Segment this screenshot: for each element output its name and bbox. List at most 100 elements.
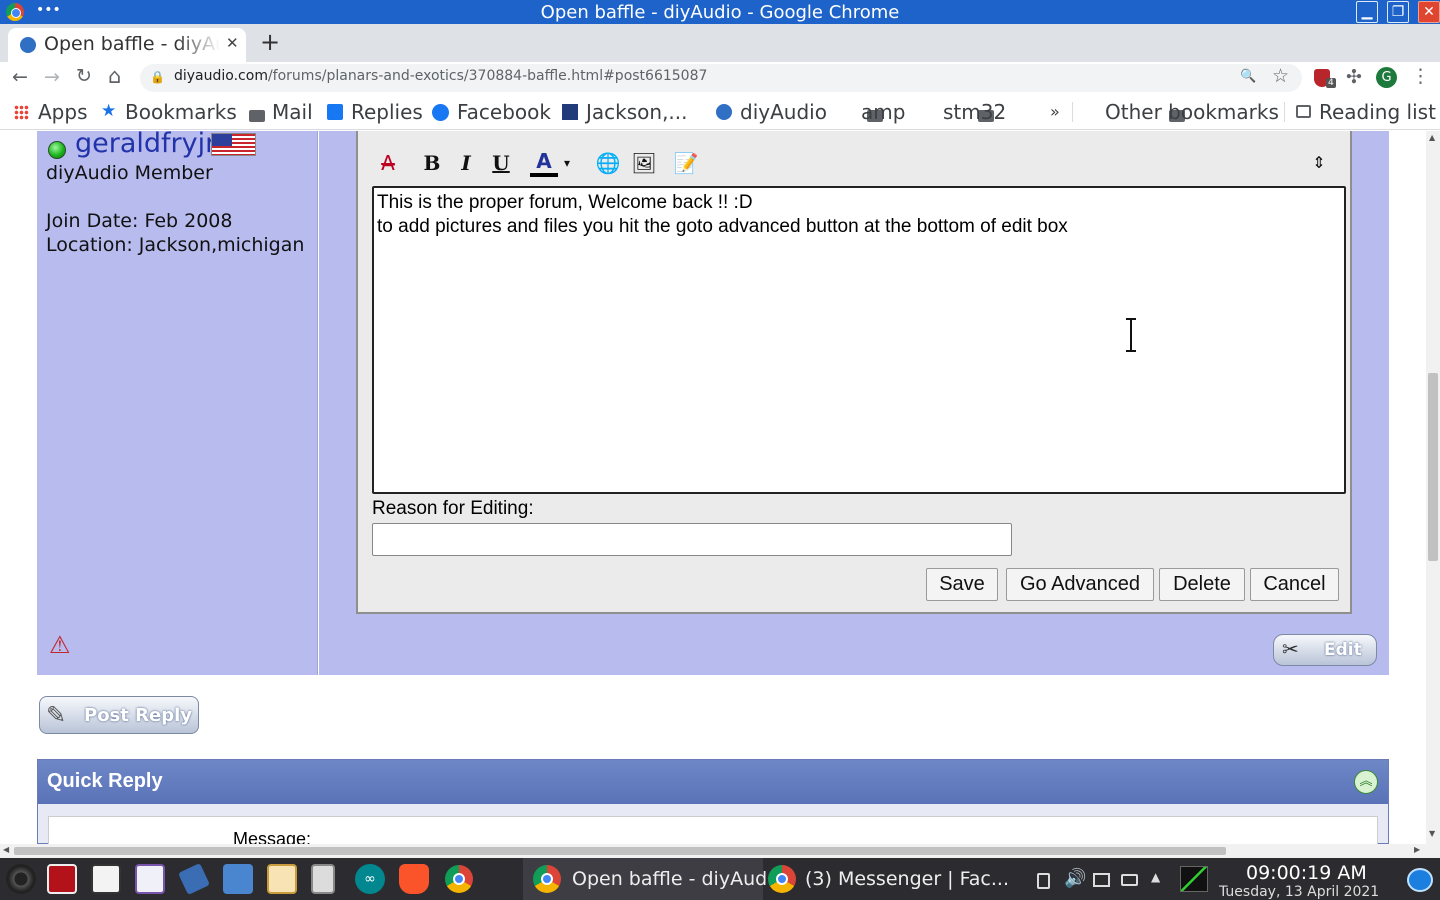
close-window-button[interactable]: ✕ xyxy=(1418,1,1440,23)
vertical-scroll-thumb[interactable] xyxy=(1428,373,1438,561)
system-monitor-icon[interactable] xyxy=(1180,866,1208,892)
underline-button[interactable]: U xyxy=(487,149,515,177)
app-launcher-red-icon[interactable] xyxy=(47,864,77,894)
minimize-button[interactable]: ▁ xyxy=(1356,1,1378,23)
chrome-launcher-icon[interactable] xyxy=(445,865,473,893)
bookmark-replies[interactable]: Replies xyxy=(351,100,423,124)
extension-badge: 4 xyxy=(1326,78,1336,88)
taskbar-window-messenger[interactable]: (3) Messenger | Fac... xyxy=(765,858,1009,900)
back-icon[interactable]: ← xyxy=(12,66,28,88)
page-content: geraldfryjr diyAudio Member Join Date: F… xyxy=(0,131,1426,844)
bookmark-facebook[interactable]: Facebook xyxy=(457,100,551,124)
restore-button[interactable]: ❐ xyxy=(1387,1,1409,23)
printer-tray-icon[interactable] xyxy=(1121,874,1138,886)
bookmark-mail[interactable]: Mail xyxy=(272,100,313,124)
insert-quote-icon[interactable]: 📝 xyxy=(672,149,700,177)
bookmarks-overflow-chevron[interactable]: » xyxy=(1050,102,1060,121)
delete-button[interactable]: Delete xyxy=(1159,568,1245,601)
new-tab-button[interactable]: + xyxy=(260,28,280,56)
bookmark-stm32[interactable]: stm32 xyxy=(943,100,1006,124)
message-line: to add pictures and files you hit the go… xyxy=(377,216,1068,237)
collapse-icon[interactable]: ︽ xyxy=(1354,770,1378,794)
reload-icon[interactable]: ↻ xyxy=(76,65,92,87)
window-title-bar: ••• Open baffle - diyAudio - Google Chro… xyxy=(0,0,1440,24)
network-tray-icon[interactable] xyxy=(1093,873,1110,887)
lock-icon[interactable]: 🔒 xyxy=(150,70,165,84)
go-advanced-button[interactable]: Go Advanced xyxy=(1006,568,1154,601)
brave-browser-icon[interactable] xyxy=(399,864,429,894)
message-line: This is the proper forum, Welcome back !… xyxy=(377,192,753,213)
url-text[interactable]: diyaudio.com/forums/planars-and-exotics/… xyxy=(174,68,707,84)
insert-link-icon[interactable]: 🌐 xyxy=(594,149,622,177)
window-title: Open baffle - diyAudio - Google Chrome xyxy=(540,2,900,23)
bookmark-star-icon[interactable]: ☆ xyxy=(1272,65,1289,87)
notifications-icon[interactable] xyxy=(1407,868,1433,892)
bookmark-reading-list[interactable]: Reading list xyxy=(1319,100,1436,124)
clock-time[interactable]: 09:00:19 AM xyxy=(1246,862,1367,884)
insert-image-icon[interactable]: 🖼 xyxy=(630,149,658,177)
bold-button[interactable]: B xyxy=(418,149,446,177)
url-path: /forums/planars-and-exotics/370884-baffl… xyxy=(267,68,708,84)
bookmark-jackson[interactable]: Jackson,... xyxy=(586,100,688,124)
bookmark-apps[interactable]: Apps xyxy=(38,100,88,124)
report-post-icon[interactable]: ⚠ xyxy=(49,631,71,659)
edit-post-button[interactable]: ✂ Edit xyxy=(1273,634,1377,666)
profile-avatar[interactable]: G xyxy=(1376,67,1397,88)
file-manager-icon[interactable] xyxy=(223,864,253,894)
username-link[interactable]: geraldfryjr xyxy=(75,131,216,159)
italic-button[interactable]: I xyxy=(452,149,480,177)
news-site-icon xyxy=(562,104,578,120)
address-bar[interactable]: 🔒 diyaudio.com/forums/planars-and-exotic… xyxy=(140,64,1302,92)
horizontal-scrollbar[interactable]: ◀ ▶ xyxy=(0,844,1440,858)
quick-edit-editor: A̶ B I U A ▾ 🌐 🖼 📝 ⇕ This is the proper … xyxy=(356,131,1352,614)
font-color-dropdown[interactable]: ▾ xyxy=(560,149,574,177)
clipboard-tray-icon[interactable] xyxy=(1037,873,1050,889)
taskbar-window-title: Open baffle - diyAud... xyxy=(572,868,786,890)
message-textarea[interactable]: This is the proper forum, Welcome back !… xyxy=(372,186,1346,494)
clock-date[interactable]: Tuesday, 13 April 2021 xyxy=(1219,884,1379,900)
graph-app-icon[interactable] xyxy=(135,864,165,894)
start-menu-icon[interactable] xyxy=(6,864,36,894)
post-reply-label: Post Reply xyxy=(84,705,192,726)
quick-reply-inner: Message: xyxy=(48,816,1378,844)
forward-icon[interactable]: → xyxy=(44,66,60,88)
apps-grid-icon[interactable] xyxy=(14,105,29,120)
close-tab-icon[interactable]: ✕ xyxy=(226,34,239,52)
os-taskbar: ∞ Open baffle - diyAud... (3) Messenger … xyxy=(0,858,1440,900)
quick-reply-title: Quick Reply xyxy=(47,770,163,792)
extensions-puzzle-icon[interactable]: ✣ xyxy=(1346,66,1362,88)
reason-input[interactable] xyxy=(372,523,1012,556)
save-button[interactable]: Save xyxy=(926,568,998,601)
chrome-menu-icon[interactable]: ⋮ xyxy=(1411,65,1430,87)
remove-format-icon[interactable]: A̶ xyxy=(374,149,402,177)
tray-expand-arrow-icon[interactable]: ▲ xyxy=(1151,870,1160,884)
cancel-button[interactable]: Cancel xyxy=(1250,568,1339,601)
taskbar-window-open-baffle[interactable]: Open baffle - diyAud... xyxy=(523,858,785,900)
volume-tray-icon[interactable]: 🔊 xyxy=(1064,868,1086,889)
edit-button-label: Edit xyxy=(1324,640,1362,660)
bookmark-amp[interactable]: amp xyxy=(861,100,905,124)
join-date: Join Date: Feb 2008 xyxy=(46,210,233,232)
vertical-scrollbar[interactable]: ▲ ▼ xyxy=(1426,131,1440,844)
resize-editor-icon[interactable]: ⇕ xyxy=(1305,149,1333,177)
diagram-app-icon[interactable] xyxy=(91,864,121,894)
bookmark-bookmarks[interactable]: Bookmarks xyxy=(125,100,237,124)
arduino-icon[interactable]: ∞ xyxy=(355,864,385,894)
calculator-icon[interactable] xyxy=(311,864,335,894)
circuit-app-icon[interactable] xyxy=(267,864,297,894)
bookmark-diyaudio[interactable]: diyAudio xyxy=(740,100,827,124)
scroll-up-arrow-icon[interactable]: ▲ xyxy=(1429,133,1435,142)
bookmark-other[interactable]: Other bookmarks xyxy=(1105,100,1279,124)
post-reply-button[interactable]: ✎ Post Reply xyxy=(39,696,199,734)
horizontal-scroll-thumb[interactable] xyxy=(14,847,1226,855)
scroll-down-arrow-icon[interactable]: ▼ xyxy=(1429,829,1435,838)
font-color-button[interactable]: A xyxy=(530,149,558,177)
pencil-paper-icon: ✎ xyxy=(46,701,67,729)
facebook-round-icon xyxy=(432,104,449,121)
zoom-icon[interactable]: 🔍 xyxy=(1240,69,1256,84)
scroll-right-arrow-icon[interactable]: ▶ xyxy=(1414,845,1420,854)
home-icon[interactable]: ⌂ xyxy=(108,64,121,88)
scroll-left-arrow-icon[interactable]: ◀ xyxy=(3,845,9,854)
tab-open-baffle[interactable]: Open baffle - diyAudio ✕ xyxy=(8,28,246,62)
chip-app-icon[interactable] xyxy=(178,863,210,895)
